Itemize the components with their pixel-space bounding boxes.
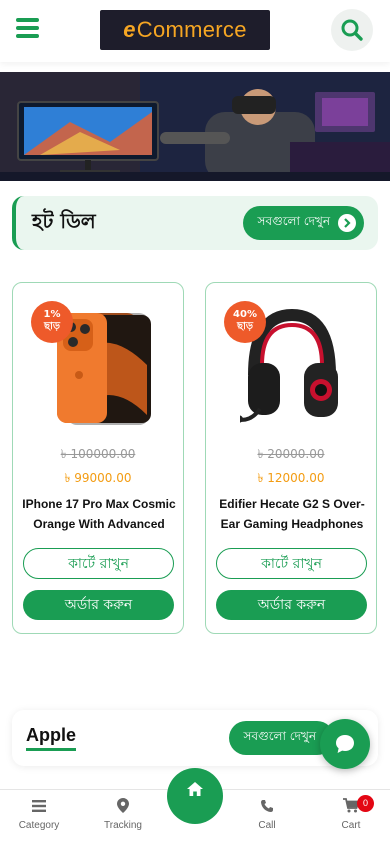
nav-call[interactable]: Call xyxy=(232,798,302,831)
nav-call-label: Call xyxy=(258,820,276,831)
new-price: ৳ 99000.00 xyxy=(64,471,132,485)
add-to-cart-button[interactable]: কার্টে রাখুন xyxy=(23,548,174,579)
cart-count-badge: 0 xyxy=(357,795,374,812)
nav-cart-label: Cart xyxy=(341,820,361,831)
discount-badge: 1% ছাড় xyxy=(31,301,73,343)
nav-cart[interactable]: 0 Cart xyxy=(316,795,386,831)
list-icon xyxy=(32,800,46,812)
search-icon xyxy=(341,19,363,41)
nav-category-label: Category xyxy=(18,820,60,831)
hero-banner[interactable] xyxy=(0,72,390,181)
order-now-button[interactable]: অর্ডার করুন xyxy=(23,590,174,620)
product-name[interactable]: Edifier Hecate G2 S Over-Ear Gaming Head… xyxy=(214,494,370,534)
chat-bubble-icon xyxy=(336,735,354,753)
product-name[interactable]: IPhone 17 Pro Max Cosmic Orange With Adv… xyxy=(21,494,177,534)
see-all-label: সবগুলো দেখুন xyxy=(243,729,316,743)
banner-gaming-image xyxy=(0,72,390,181)
arrow-right-icon xyxy=(338,214,356,232)
site-logo[interactable]: eCommerce xyxy=(100,10,270,50)
hot-deal-see-all-button[interactable]: সবগুলো দেখুন xyxy=(243,206,364,240)
nav-tracking[interactable]: Tracking xyxy=(88,798,158,831)
top-bar: eCommerce xyxy=(0,0,390,62)
add-to-cart-button[interactable]: কার্টে রাখুন xyxy=(216,548,367,579)
product-card[interactable]: 1% ছাড় ৳ 100000.00 ৳ 99000.00 IPhone 17… xyxy=(12,282,184,634)
apple-see-all-button[interactable]: সবগুলো দেখুন xyxy=(229,721,334,755)
hot-deal-title: হট ডিল xyxy=(32,208,96,233)
home-icon xyxy=(187,782,203,796)
nav-category[interactable]: Category xyxy=(4,798,74,831)
logo-text: eCommerce xyxy=(123,17,247,42)
order-now-button[interactable]: অর্ডার করুন xyxy=(216,590,367,620)
old-price: ৳ 100000.00 xyxy=(60,447,136,461)
nav-home-button[interactable] xyxy=(167,768,223,824)
chat-button[interactable] xyxy=(320,719,370,769)
phone-icon xyxy=(261,800,273,812)
discount-badge: 40% ছাড় xyxy=(224,301,266,343)
hot-deal-header: হট ডিল সবগুলো দেখুন xyxy=(12,196,378,250)
search-button[interactable] xyxy=(331,9,373,51)
product-card[interactable]: 40% ছাড় ৳ 20000.00 ৳ 12000.00 Edifier H… xyxy=(205,282,377,634)
nav-tracking-label: Tracking xyxy=(104,820,142,831)
old-price: ৳ 20000.00 xyxy=(257,447,325,461)
new-price: ৳ 12000.00 xyxy=(257,471,325,485)
apple-section-title: Apple xyxy=(26,725,77,751)
hamburger-menu-icon[interactable] xyxy=(16,18,40,38)
see-all-label: সবগুলো দেখুন xyxy=(257,214,330,228)
map-pin-icon xyxy=(117,798,129,813)
